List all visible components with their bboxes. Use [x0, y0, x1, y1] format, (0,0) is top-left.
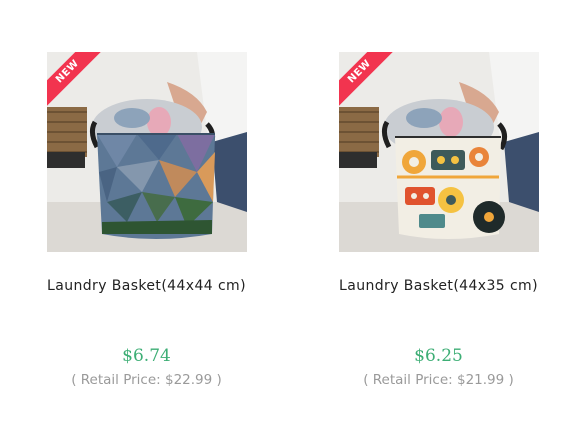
retail-price-label: Retail Price: [80, 372, 165, 388]
laundry-basket-retro-image [338, 52, 539, 252]
product-grid: NEW Laundry Basket(44x44 cm) $6.74 ( Ret… [0, 0, 585, 441]
retail-price-value: $22.99 [164, 372, 213, 388]
product-title[interactable]: Laundry Basket(44x44 cm) [0, 278, 293, 294]
product-price: $6.74 [122, 346, 171, 366]
product-card[interactable]: NEW Laundry Basket(44x44 cm) $6.74 ( Ret… [0, 52, 293, 388]
retail-close-paren: ) [212, 372, 222, 388]
retail-price: ( Retail Price: $21.99 ) [292, 372, 585, 388]
product-image-link[interactable]: NEW [338, 52, 539, 252]
product-price: $6.25 [414, 346, 463, 366]
retail-close-paren: ) [504, 372, 514, 388]
product-title[interactable]: Laundry Basket(44x35 cm) [292, 278, 585, 294]
retail-price-label: Retail Price: [372, 372, 457, 388]
retail-price-value: $21.99 [456, 372, 505, 388]
product-image-link[interactable]: NEW [46, 52, 247, 252]
retail-open-paren: ( [363, 372, 373, 388]
retail-price: ( Retail Price: $22.99 ) [0, 372, 293, 388]
laundry-basket-lowpoly-image [46, 52, 247, 252]
product-card[interactable]: NEW Laundry Basket(44x35 cm) $6.25 ( Ret… [292, 52, 585, 388]
retail-open-paren: ( [71, 372, 81, 388]
